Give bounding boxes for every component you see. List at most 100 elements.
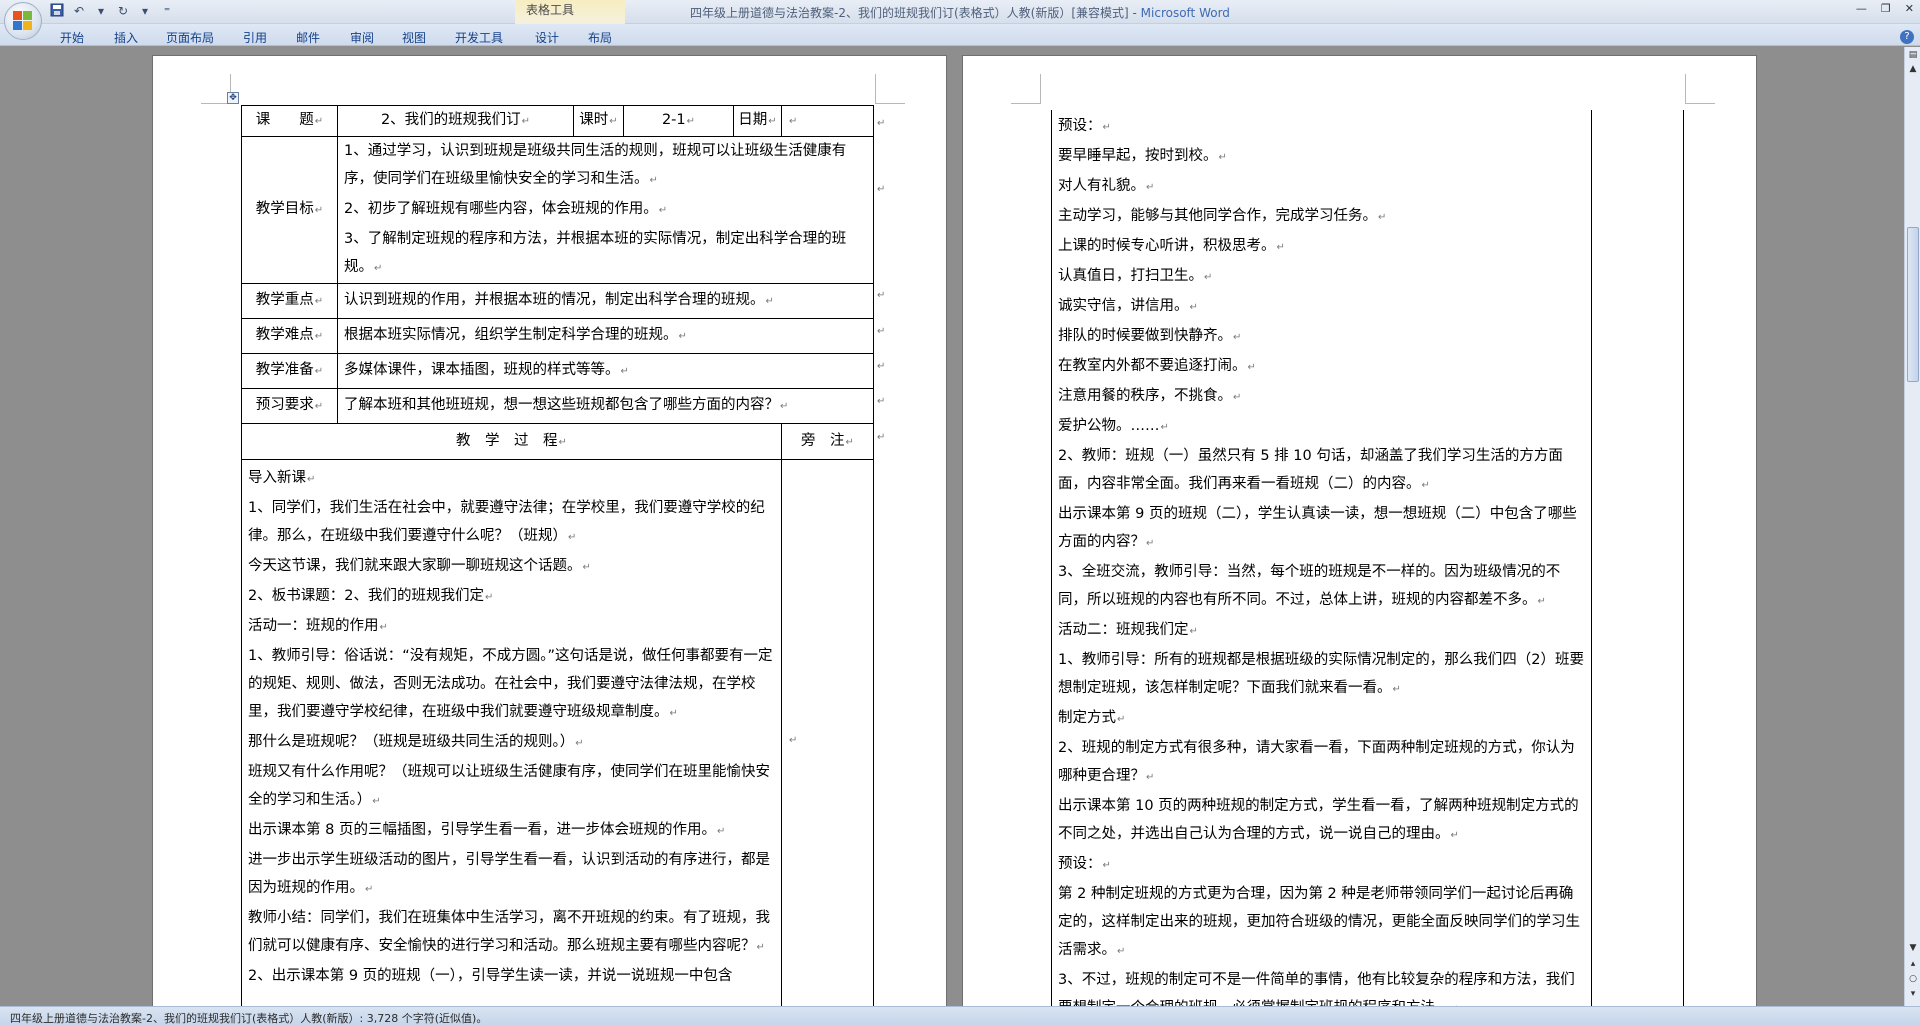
chevron-down-icon[interactable]: ▾: [92, 3, 110, 20]
save-icon[interactable]: [48, 3, 66, 20]
process-line: 1、教师引导：所有的班规都是根据班级的实际情况制定的，那么我们四（2）班要想制定…: [1058, 652, 1584, 696]
close-icon[interactable]: ✕: [1905, 2, 1914, 15]
chevron-down-icon[interactable]: ▾: [136, 3, 154, 20]
preview-text[interactable]: 了解本班和其他班班规，想一想这些班规都包含了哪些方面的内容？↵: [337, 388, 874, 424]
end-of-row-mark: ↵: [877, 118, 886, 129]
process-line: 3、不过，班规的制定可不是一件简单的事情，他有比较复杂的程序和方法，我们要想制定…: [1058, 972, 1575, 1006]
difficulty-text[interactable]: 根据本班实际情况，组织学生制定科学合理的班规。↵: [337, 318, 874, 354]
table-tools-label: 表格工具: [525, 3, 574, 17]
process-line: 预设：↵: [1058, 856, 1111, 872]
tab-mailings[interactable]: 邮件: [296, 29, 320, 46]
customize-qat-icon[interactable]: ⁼: [158, 3, 176, 20]
redo-icon[interactable]: ↻: [114, 3, 132, 20]
scrollbar-thumb[interactable]: [1907, 227, 1919, 382]
tab-developer[interactable]: 开发工具: [455, 29, 503, 46]
help-icon[interactable]: ?: [1900, 30, 1914, 44]
process-line: 1、同学们，我们生活在社会中，就要遵守法律；在学校里，我们要遵守学校的纪律。那么…: [248, 500, 765, 544]
preparation-text[interactable]: 多媒体课件，课本插图，班规的样式等等。↵: [337, 353, 874, 389]
process-line: 对人有礼貌。↵: [1058, 178, 1155, 194]
previous-page-icon[interactable]: ▴: [1907, 958, 1919, 970]
window-title: 四年级上册道德与法治教案-2、我们的班规我们订(表格式）人教(新版）[兼容模式]…: [690, 4, 1230, 21]
date-value[interactable]: ↵: [781, 105, 874, 137]
notes-content[interactable]: ↵: [781, 459, 874, 1006]
restore-icon[interactable]: ❐: [1881, 2, 1891, 15]
process-line: 要早睡早起，按时到校。↵: [1058, 148, 1227, 164]
scroll-up-icon[interactable]: ▲: [1907, 63, 1919, 75]
notes-content-continued[interactable]: [1591, 110, 1684, 1006]
key-point-text[interactable]: 认识到班规的作用，并根据本班的情况，制定出科学合理的班规。↵: [337, 283, 874, 319]
tab-view[interactable]: 视图: [402, 29, 426, 46]
minimize-icon[interactable]: —: [1856, 2, 1867, 15]
preview-label[interactable]: 预习要求↵: [241, 388, 338, 424]
notes-header[interactable]: 旁 注↵: [781, 423, 874, 460]
end-of-row-mark: ↵: [877, 396, 886, 407]
crop-mark: [875, 74, 905, 104]
title-bar: 表格工具 ↶ ▾ ↻ ▾ ⁼ 四年级上册道德与法治教案-2、我们的班规我们订(表…: [0, 0, 1920, 46]
process-content-continued[interactable]: 预设：↵ 要早睡早起，按时到校。↵ 对人有礼貌。↵ 主动学习，能够与其他同学合作…: [1051, 110, 1592, 1006]
window-title-app: Microsoft Word: [1140, 6, 1230, 20]
process-line: 预设：↵: [1058, 118, 1111, 134]
goals-text[interactable]: 1、通过学习，认识到班规是班级共同生活的规则，班规可以让班级生活健康有序，使同学…: [337, 136, 874, 284]
vertical-scrollbar[interactable]: ▤ ▲ ▼ ▴ ○ ▾: [1904, 47, 1920, 1006]
document-area: ✥ 课 题↵ 2、我们的班规我们订↵ 课时↵ 2-1↵ 日期↵ ↵ 教学目标↵ …: [0, 47, 1904, 1006]
process-line: 2、教师：班规（一）虽然只有 5 排 10 句话，却涵盖了我们学习生活的方方面面…: [1058, 448, 1563, 492]
process-line: 出示课本第 10 页的两种班规的制定方式，学生看一看，了解两种班规制定方式的不同…: [1058, 798, 1579, 842]
table-move-handle-icon[interactable]: ✥: [227, 92, 239, 104]
office-button[interactable]: [4, 2, 42, 40]
window-title-main: 四年级上册道德与法治教案-2、我们的班规我们订(表格式）人教(新版）[兼容模式]…: [690, 6, 1141, 20]
end-of-row-mark: ↵: [877, 326, 886, 337]
process-content[interactable]: 导入新课↵ 1、同学们，我们生活在社会中，就要遵守法律；在学校里，我们要遵守学校…: [241, 459, 782, 1006]
process-line: 排队的时候要做到快静齐。↵: [1058, 328, 1242, 344]
process-line: 3、全班交流，教师引导：当然，每个班的班规是不一样的。因为班级情况的不同，所以班…: [1058, 564, 1561, 608]
process-line: 教师小结：同学们，我们在班集体中生活学习，离不开班规的约束。有了班规，我们就可以…: [248, 910, 770, 954]
page-left: ✥ 课 题↵ 2、我们的班规我们订↵ 课时↵ 2-1↵ 日期↵ ↵ 教学目标↵ …: [152, 55, 947, 1006]
hours-value[interactable]: 2-1↵: [623, 105, 734, 137]
next-page-icon[interactable]: ▾: [1907, 988, 1919, 1000]
tab-review[interactable]: 审阅: [350, 29, 374, 46]
tab-references[interactable]: 引用: [243, 29, 267, 46]
key-point-label[interactable]: 教学重点↵: [241, 283, 338, 319]
process-line: 1、教师引导：俗话说：“没有规矩，不成方圆。”这句话是说，做任何事都要有一定的规…: [248, 648, 773, 720]
process-line: 注意用餐的秩序，不挑食。↵: [1058, 388, 1242, 404]
status-bar: 四年级上册道德与法治教案-2、我们的班规我们订(表格式）人教(新版）: 3,72…: [0, 1006, 1920, 1025]
process-line: 在教室内外都不要追逐打闹。↵: [1058, 358, 1256, 374]
difficulty-label[interactable]: 教学难点↵: [241, 318, 338, 354]
tab-insert[interactable]: 插入: [114, 29, 138, 46]
table-row: 教学难点↵ 根据本班实际情况，组织学生制定科学合理的班规。↵: [241, 318, 874, 354]
goals-label[interactable]: 教学目标↵: [241, 136, 338, 284]
table-row: 教学重点↵ 认识到班规的作用，并根据本班的情况，制定出科学合理的班规。↵: [241, 283, 874, 319]
table-row: 预设：↵ 要早睡早起，按时到校。↵ 对人有礼貌。↵ 主动学习，能够与其他同学合作…: [1051, 110, 1684, 1006]
topic-title[interactable]: 2、我们的班规我们订↵: [337, 105, 574, 137]
process-line: 诚实守信，讲信用。↵: [1058, 298, 1198, 314]
ribbon-tabs: 开始 插入 页面布局 引用 邮件 审阅 视图 开发工具 设计 布局: [0, 24, 1920, 46]
scroll-down-icon[interactable]: ▼: [1907, 942, 1919, 954]
process-header[interactable]: 教 学 过 程↵: [241, 423, 782, 460]
tab-design[interactable]: 设计: [535, 29, 559, 46]
tab-home[interactable]: 开始: [60, 29, 84, 46]
end-of-row-mark: ↵: [877, 361, 886, 372]
process-line: 制定方式↵: [1058, 710, 1126, 726]
process-line: 2、出示课本第 9 页的班规（一），引导学生读一读，并说一说班规一中包含: [248, 968, 733, 984]
topic-label[interactable]: 课 题↵: [241, 105, 338, 137]
tab-page-layout[interactable]: 页面布局: [166, 29, 214, 46]
ruler-toggle-icon[interactable]: ▤: [1907, 49, 1919, 61]
page-right: 预设：↵ 要早睡早起，按时到校。↵ 对人有礼貌。↵ 主动学习，能够与其他同学合作…: [962, 55, 1757, 1006]
process-line: 出示课本第 9 页的班规（二），学生认真读一读，想一想班规（二）中包含了哪些方面…: [1058, 506, 1577, 550]
tab-layout[interactable]: 布局: [588, 29, 612, 46]
table-row: 教学准备↵ 多媒体课件，课本插图，班规的样式等等。↵: [241, 353, 874, 389]
process-line: 出示课本第 8 页的三幅插图，引导学生看一看，进一步体会班规的作用。↵: [248, 822, 726, 838]
process-line: 2、板书课题：2、我们的班规我们定↵: [248, 588, 494, 604]
preparation-label[interactable]: 教学准备↵: [241, 353, 338, 389]
undo-icon[interactable]: ↶: [70, 3, 88, 20]
process-line: 班规又有什么作用呢？（班规可以让班级生活健康有序，使同学们在班里能愉快安全的学习…: [248, 764, 770, 808]
goal-line: 1、通过学习，认识到班规是班级共同生活的规则，班规可以让班级生活健康有序，使同学…: [344, 143, 847, 187]
process-line: 上课的时候专心听讲，积极思考。↵: [1058, 238, 1285, 254]
process-line: 活动二：班规我们定↵: [1058, 622, 1198, 638]
status-text: 四年级上册道德与法治教案-2、我们的班规我们订(表格式）人教(新版）: 3,72…: [10, 1012, 488, 1025]
date-label[interactable]: 日期↵: [733, 105, 782, 137]
crop-mark: [1685, 74, 1715, 104]
hours-label[interactable]: 课时↵: [573, 105, 624, 137]
select-browse-object-icon[interactable]: ○: [1907, 973, 1919, 985]
goal-line: 2、初步了解班规有哪些内容，体会班规的作用。↵: [344, 201, 668, 217]
office-logo-icon: [13, 11, 33, 31]
